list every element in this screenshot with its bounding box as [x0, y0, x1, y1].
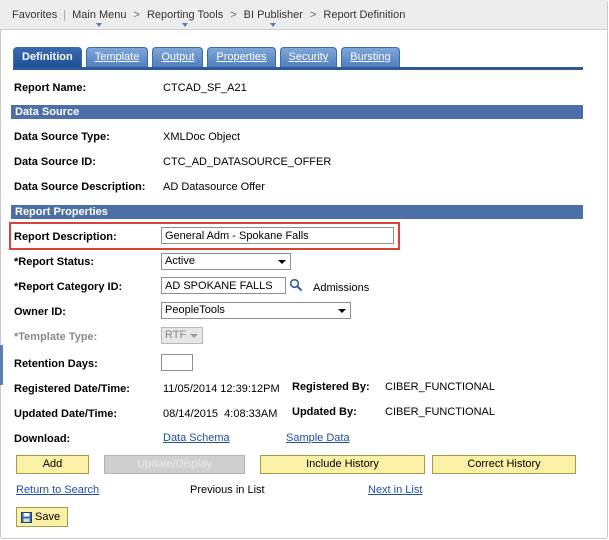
report-properties-header: Report Properties: [11, 205, 583, 219]
tab-bar: Definition Template Output Properties Se…: [13, 47, 404, 67]
registered-datetime-value: 11/05/2014 12:39:12PM: [163, 383, 280, 395]
report-name-label: Report Name:: [14, 82, 87, 94]
registered-datetime-label: Registered Date/Time:: [14, 383, 130, 395]
data-source-description-value: AD Datasource Offer: [163, 181, 265, 193]
data-source-type-value: XMLDoc Object: [163, 131, 241, 143]
breadcrumb-arrow-icon: >: [133, 8, 140, 21]
include-history-button[interactable]: Include History: [260, 455, 425, 474]
report-status-value: Active: [165, 255, 195, 267]
breadcrumb: Favorites | Main Menu > Reporting Tools …: [0, 0, 607, 30]
data-source-description-label: Data Source Description:: [14, 181, 146, 193]
add-button[interactable]: Add: [16, 455, 89, 474]
template-type-select: RTF: [161, 327, 203, 344]
owner-id-select[interactable]: PeopleTools: [161, 302, 351, 319]
report-status-select[interactable]: Active: [161, 253, 291, 270]
search-icon[interactable]: [289, 278, 303, 292]
tab-security[interactable]: Security: [279, 47, 338, 67]
save-button[interactable]: Save: [16, 507, 68, 527]
breadcrumb-bi-publisher[interactable]: BI Publisher: [244, 9, 303, 27]
updated-datetime-label: Updated Date/Time:: [14, 408, 118, 420]
tab-output[interactable]: Output: [152, 47, 204, 67]
retention-days-input[interactable]: [161, 354, 193, 371]
tab-template[interactable]: Template: [85, 47, 149, 67]
next-in-list-link[interactable]: Next in List: [368, 484, 422, 496]
updated-by-value: CIBER_FUNCTIONAL: [385, 406, 496, 418]
tab-bursting[interactable]: Bursting: [341, 47, 400, 67]
tab-properties[interactable]: Properties: [207, 47, 276, 67]
updated-by-label: Updated By:: [292, 406, 357, 418]
breadcrumb-main-menu[interactable]: Main Menu: [72, 9, 127, 27]
correct-history-button[interactable]: Correct History: [432, 455, 576, 474]
owner-id-value: PeopleTools: [165, 304, 225, 316]
previous-in-list-text: Previous in List: [190, 484, 265, 496]
chevron-down-icon: [338, 309, 346, 313]
report-category-input[interactable]: [161, 277, 286, 294]
breadcrumb-arrow-icon: >: [309, 8, 317, 21]
template-type-value: RTF: [165, 329, 187, 341]
data-source-id-label: Data Source ID:: [14, 156, 96, 168]
data-source-id-value: CTC_AD_DATASOURCE_OFFER: [163, 156, 332, 168]
tab-underline: [13, 67, 583, 70]
retention-days-label: Retention Days:: [14, 358, 98, 370]
tab-definition[interactable]: Definition: [13, 47, 82, 67]
chevron-down-icon: [190, 334, 198, 338]
report-category-label: *Report Category ID:: [14, 281, 123, 293]
update-display-button: Update/Display: [104, 455, 245, 474]
owner-id-label: Owner ID:: [14, 306, 66, 318]
registered-by-value: CIBER_FUNCTIONAL: [385, 381, 496, 393]
data-source-header: Data Source: [11, 105, 583, 119]
breadcrumb-favorites[interactable]: Favorites: [12, 9, 57, 21]
registered-by-label: Registered By:: [292, 381, 370, 393]
report-description-label: Report Description:: [14, 231, 117, 243]
save-icon: [21, 511, 32, 523]
data-schema-link[interactable]: Data Schema: [163, 432, 230, 444]
breadcrumb-separator: |: [63, 8, 67, 21]
sample-data-link[interactable]: Sample Data: [286, 432, 350, 444]
updated-datetime-value: 08/14/2015 4:08:33AM: [163, 408, 278, 420]
template-type-label: *Template Type:: [14, 331, 98, 343]
breadcrumb-arrow-icon: >: [230, 8, 237, 21]
report-status-label: *Report Status:: [14, 256, 95, 268]
report-description-input[interactable]: [161, 227, 394, 244]
report-category-description: Admissions: [313, 282, 370, 294]
return-to-search-link[interactable]: Return to Search: [16, 484, 99, 496]
report-name-value: CTCAD_SF_A21: [163, 82, 247, 94]
download-label: Download:: [14, 433, 71, 445]
save-label: Save: [35, 511, 61, 523]
breadcrumb-reporting-tools[interactable]: Reporting Tools: [147, 9, 223, 27]
left-edge-marker: [0, 345, 3, 385]
chevron-down-icon: [278, 260, 286, 264]
breadcrumb-report-definition[interactable]: Report Definition: [323, 9, 405, 21]
data-source-type-label: Data Source Type:: [14, 131, 110, 143]
